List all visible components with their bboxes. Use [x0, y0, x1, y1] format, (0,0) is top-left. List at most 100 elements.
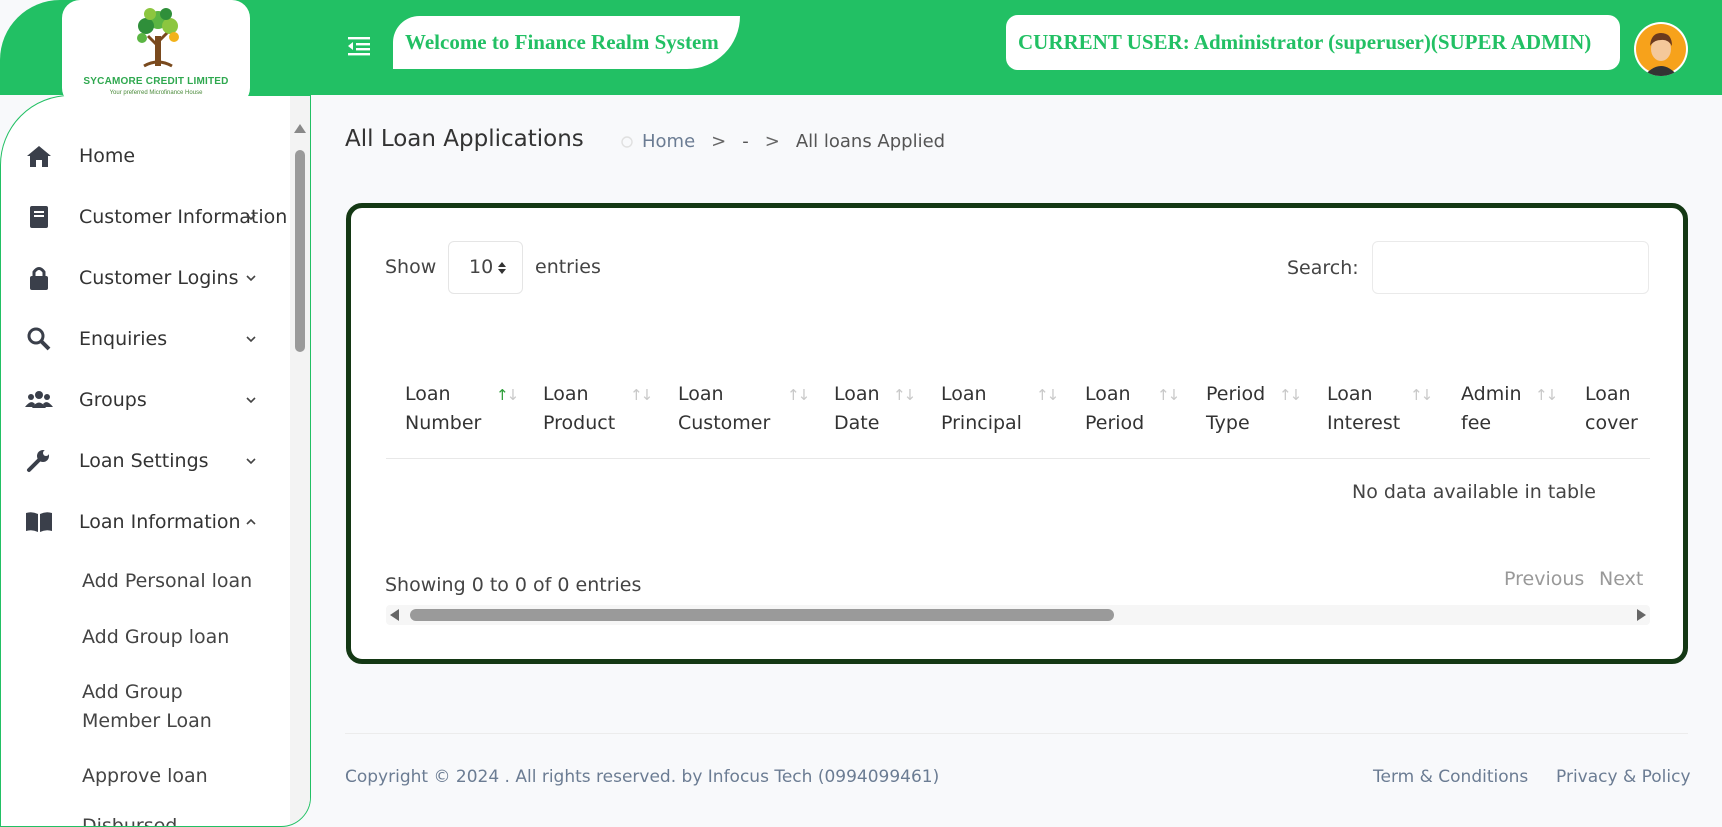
- sidebar-item-home[interactable]: Home: [1, 131, 301, 181]
- logo-tagline: Your preferred Microfinance House: [109, 90, 203, 96]
- lock-icon: [30, 267, 48, 290]
- column-header-line: fee: [1461, 412, 1492, 434]
- column-header-line: Principal: [941, 412, 1022, 434]
- sort-icon[interactable]: ↑↓: [1410, 386, 1433, 404]
- column-header-loan-number[interactable]: Loan Number: [405, 380, 481, 438]
- search-label: Search:: [1287, 257, 1359, 279]
- column-header-loan-customer[interactable]: Loan Customer: [678, 380, 770, 438]
- sidebar-item-label: Enquiries: [79, 328, 168, 350]
- column-header-line: Interest: [1327, 412, 1401, 434]
- column-header-loan-date[interactable]: Loan Date: [834, 380, 880, 438]
- column-header-admin-fee[interactable]: Admin fee: [1461, 380, 1522, 438]
- show-label: Show: [385, 256, 437, 278]
- chevron-down-icon: [246, 214, 256, 221]
- chevron-up-icon: [246, 518, 256, 525]
- column-header-line: Loan: [1327, 383, 1373, 405]
- logo-title: SYCAMORE CREDIT LIMITED: [83, 76, 229, 87]
- sort-icon[interactable]: ↑↓: [1157, 386, 1180, 404]
- wrench-icon: [27, 450, 49, 472]
- sort-asc-active-icon[interactable]: ↑↓: [496, 386, 519, 404]
- sidebar-subitem-disbursed[interactable]: Disbursed: [82, 812, 177, 826]
- column-header-loan-cover[interactable]: Loan cover: [1585, 380, 1638, 438]
- column-header-line: Loan: [543, 383, 589, 405]
- column-header-line: Period: [1085, 412, 1145, 434]
- footer-copyright: Copyright © 2024 . All rights reserved. …: [345, 767, 940, 787]
- column-header-loan-principal[interactable]: Loan Principal: [941, 380, 1022, 438]
- column-header-line: Loan: [1085, 383, 1131, 405]
- sidebar: Home Customer Information Customer Login…: [0, 95, 311, 827]
- chevron-down-icon: [246, 458, 256, 465]
- column-header-line: Customer: [678, 412, 771, 434]
- sidebar-subitem-add-group-member-loan[interactable]: Add Group Member Loan: [82, 678, 212, 736]
- sidebar-item-label: Loan Information: [79, 511, 241, 533]
- sort-icon[interactable]: ↑↓: [787, 386, 810, 404]
- table-header-divider: [386, 458, 1650, 459]
- users-icon: [25, 391, 53, 408]
- horizontal-scrollbar-thumb[interactable]: [410, 609, 1114, 621]
- column-header-line: Loan: [678, 383, 724, 405]
- sidebar-item-enquiries[interactable]: Enquiries: [1, 314, 301, 364]
- pagination-previous-button[interactable]: Previous: [1504, 568, 1584, 590]
- chevron-down-icon: [246, 275, 256, 282]
- sidebar-subitem-add-personal-loan[interactable]: Add Personal loan: [82, 567, 252, 596]
- page-size-select[interactable]: 10: [448, 241, 523, 294]
- sidebar-subitem-add-group-loan[interactable]: Add Group loan: [82, 623, 229, 652]
- home-icon: [27, 146, 51, 167]
- sort-icon[interactable]: ↑↓: [893, 386, 916, 404]
- breadcrumb: Home > - > All loans Applied: [620, 131, 945, 152]
- footer-terms-link[interactable]: Term & Conditions: [1373, 767, 1528, 787]
- column-header-loan-period[interactable]: Loan Period: [1085, 380, 1144, 438]
- table-info: Showing 0 to 0 of 0 entries: [385, 574, 642, 596]
- sidebar-item-groups[interactable]: Groups: [1, 375, 301, 425]
- footer-privacy-link[interactable]: Privacy & Policy: [1556, 767, 1691, 787]
- sort-icon[interactable]: ↑↓: [630, 386, 653, 404]
- column-header-period-type[interactable]: Period Type: [1206, 380, 1265, 438]
- column-header-line: Product: [543, 412, 616, 434]
- sidebar-item-customer-information[interactable]: Customer Information: [1, 192, 301, 242]
- sycamore-tree-logo-icon: [137, 8, 179, 68]
- column-header-line: Period: [1206, 383, 1266, 405]
- sidebar-subitem-approve-loan[interactable]: Approve loan: [82, 762, 208, 791]
- home-outline-icon: [621, 136, 633, 148]
- user-avatar-icon: [1636, 24, 1686, 76]
- table-search-input[interactable]: [1372, 241, 1649, 294]
- search-icon: [27, 327, 51, 351]
- column-header-loan-product[interactable]: Loan Product: [543, 380, 615, 438]
- sidebar-item-label: Customer Logins: [79, 267, 239, 289]
- page-title: All Loan Applications: [345, 126, 584, 152]
- breadcrumb-separator: >: [711, 131, 727, 152]
- book-icon: [30, 206, 48, 228]
- table-horizontal-scrollbar[interactable]: [386, 605, 1650, 625]
- scroll-left-arrow[interactable]: [390, 609, 399, 621]
- column-header-line: cover: [1585, 412, 1638, 434]
- sort-icon[interactable]: ↑↓: [1535, 386, 1558, 404]
- welcome-banner: Welcome to Finance Realm System: [393, 16, 740, 69]
- entries-label: entries: [535, 256, 601, 278]
- chevron-down-icon: [246, 397, 256, 404]
- column-header-line: Loan: [941, 383, 987, 405]
- sort-icon[interactable]: ↑↓: [1279, 386, 1302, 404]
- sort-icon[interactable]: ↑↓: [1036, 386, 1059, 404]
- breadcrumb-current: All loans Applied: [795, 131, 946, 152]
- sidebar-item-label: Loan Settings: [79, 450, 209, 472]
- sidebar-item-customer-logins[interactable]: Customer Logins: [1, 253, 301, 303]
- column-header-line: Number: [405, 412, 482, 434]
- chevron-down-icon: [246, 336, 256, 343]
- table-empty-message: No data available in table: [1352, 481, 1596, 503]
- column-header-line: Loan: [405, 383, 451, 405]
- column-header-line: Type: [1206, 412, 1250, 434]
- sidebar-item-loan-settings[interactable]: Loan Settings: [1, 436, 301, 486]
- logo-card[interactable]: SYCAMORE CREDIT LIMITED Your preferred M…: [62, 0, 250, 106]
- current-user-banner: CURRENT USER: Administrator (superuser)(…: [1006, 15, 1620, 70]
- menu-toggle-icon[interactable]: [346, 34, 372, 58]
- column-header-line: Admin: [1461, 383, 1522, 405]
- user-avatar[interactable]: [1634, 22, 1688, 76]
- column-header-loan-interest[interactable]: Loan Interest: [1327, 380, 1400, 438]
- column-header-line: Date: [834, 412, 880, 434]
- breadcrumb-home-link[interactable]: Home: [642, 131, 695, 152]
- scroll-right-arrow[interactable]: [1637, 609, 1646, 621]
- sidebar-item-loan-information[interactable]: Loan Information: [1, 497, 301, 547]
- column-header-line: Loan: [834, 383, 880, 405]
- footer-divider: [345, 733, 1688, 734]
- pagination-next-button[interactable]: Next: [1599, 568, 1643, 590]
